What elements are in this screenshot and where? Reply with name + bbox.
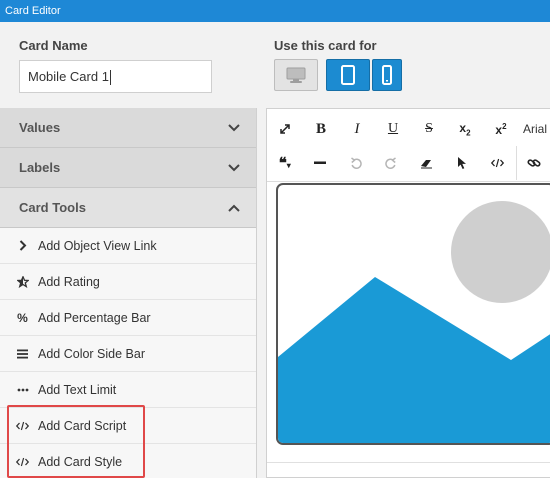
underline-icon: U [387,121,399,136]
desktop-icon [286,67,306,83]
chevron-up-icon [228,204,240,212]
card-name-input[interactable]: Mobile Card 1 [19,60,212,93]
expand-button[interactable] [267,112,303,146]
link-icon [527,159,541,167]
superscript-icon: x2 [495,121,507,137]
tool-label: Add Card Style [38,454,123,469]
window-title: Card Editor [0,0,550,22]
italic-icon: I [354,120,360,137]
bars-icon [15,349,30,359]
desktop-device-button[interactable] [274,59,318,91]
card-name-value: Mobile Card 1 [28,69,109,84]
section-labels-label: Labels [19,160,61,175]
mobile-icon [382,65,392,85]
underline-button[interactable]: U [375,112,411,146]
chevron-down-icon [228,163,240,171]
blockquote-button[interactable]: ❝▾ [267,146,303,180]
toolbar-divider [267,181,550,182]
eraser-icon [421,159,433,168]
italic-button[interactable]: I [339,112,375,146]
horizontal-line-button[interactable] [303,146,339,180]
tool-label: Add Object View Link [38,238,157,253]
percent-icon: % [17,310,28,325]
card-image-placeholder[interactable] [276,183,550,445]
toolbar-row-1: B I U S x2 x2 Arial [267,112,550,146]
card-editor-area: B I U S x2 x2 Arial ❝▾ [266,108,550,478]
use-for-label: Use this card for [274,38,377,53]
redo-icon [385,157,397,169]
subscript-icon: x2 [459,120,471,138]
chevron-right-icon [15,240,30,251]
star-icon [15,275,30,288]
editor-bottom-line [267,462,550,463]
redo-button[interactable] [374,146,410,180]
font-family-dropdown[interactable]: Arial [519,122,547,136]
bold-button[interactable]: B [303,112,339,146]
code-icon [491,158,505,168]
section-labels[interactable]: Labels [0,148,256,188]
select-button[interactable] [445,146,481,180]
tool-add-text-limit[interactable]: Add Text Limit [0,372,256,408]
image-placeholder-icon [278,201,550,443]
tool-label: Add Card Script [38,418,127,433]
tool-label: Add Text Limit [38,382,117,397]
tool-add-card-script[interactable]: Add Card Script [0,408,256,444]
strikethrough-button[interactable]: S [411,112,447,146]
code-icon [15,421,30,431]
strikethrough-icon: S [425,121,433,136]
tool-add-percentage-bar[interactable]: % Add Percentage Bar [0,300,256,336]
cursor-icon [458,157,467,169]
tool-label: Add Percentage Bar [38,310,151,325]
ellipsis-icon [15,388,30,392]
undo-icon [350,157,362,169]
chevron-down-icon [228,123,240,131]
tool-add-card-style[interactable]: Add Card Style [0,444,256,478]
superscript-button[interactable]: x2 [483,112,519,146]
toolbar-row-2: ❝▾ [267,146,550,180]
tool-add-color-side-bar[interactable]: Add Color Side Bar [0,336,256,372]
horizontal-line-icon [314,161,327,164]
section-values[interactable]: Values [0,108,256,148]
tablet-icon [341,65,355,85]
section-values-label: Values [19,120,61,135]
text-caret [109,70,111,86]
clear-format-button[interactable] [409,146,445,180]
subscript-button[interactable]: x2 [447,112,483,146]
tool-label: Add Color Side Bar [38,346,146,361]
card-name-label: Card Name [19,38,88,53]
bold-icon: B [315,120,326,137]
sidebar-panel: Values Labels Card Tools Add Object View… [0,108,257,478]
quote-icon: ❝▾ [278,155,291,172]
source-code-button[interactable] [480,146,516,180]
section-card-tools-label: Card Tools [19,200,86,215]
link-button[interactable] [515,146,550,180]
tablet-device-button[interactable] [326,59,370,91]
tool-add-rating[interactable]: Add Rating [0,264,256,300]
section-card-tools[interactable]: Card Tools [0,188,256,228]
mobile-device-button[interactable] [372,59,402,91]
tool-label: Add Rating [38,274,100,289]
tool-add-object-view-link[interactable]: Add Object View Link [0,228,256,264]
code-icon [15,457,30,467]
expand-icon [280,124,290,134]
undo-button[interactable] [338,146,374,180]
